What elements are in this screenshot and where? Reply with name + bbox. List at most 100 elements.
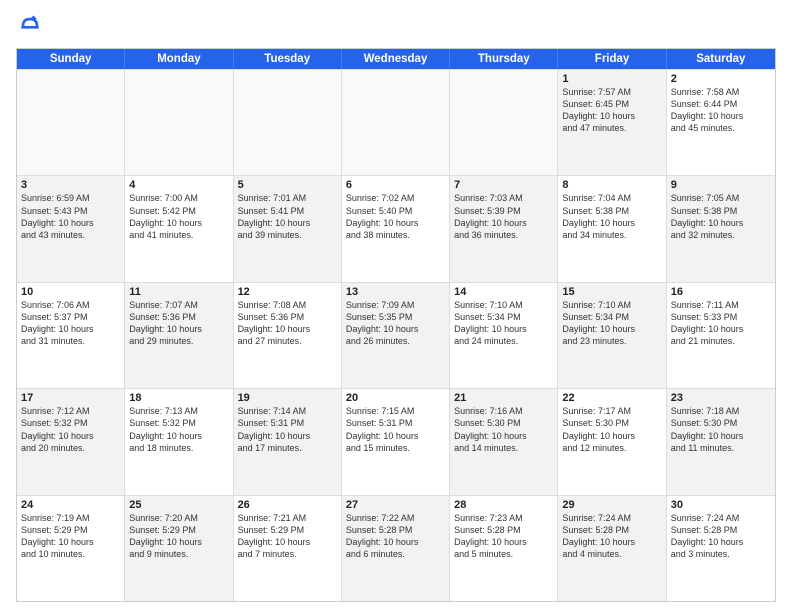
calendar-header: SundayMondayTuesdayWednesdayThursdayFrid…	[17, 49, 775, 69]
day-cell-11: 11Sunrise: 7:07 AM Sunset: 5:36 PM Dayli…	[125, 283, 233, 388]
day-cell-22: 22Sunrise: 7:17 AM Sunset: 5:30 PM Dayli…	[558, 389, 666, 494]
day-info: Sunrise: 7:58 AM Sunset: 6:44 PM Dayligh…	[671, 86, 771, 135]
day-number: 20	[346, 392, 445, 404]
day-cell-25: 25Sunrise: 7:20 AM Sunset: 5:29 PM Dayli…	[125, 496, 233, 601]
calendar-week-5: 24Sunrise: 7:19 AM Sunset: 5:29 PM Dayli…	[17, 495, 775, 601]
empty-cell	[17, 70, 125, 175]
header-day-sunday: Sunday	[17, 49, 125, 69]
day-info: Sunrise: 7:15 AM Sunset: 5:31 PM Dayligh…	[346, 405, 445, 454]
calendar-week-1: 1Sunrise: 7:57 AM Sunset: 6:45 PM Daylig…	[17, 69, 775, 175]
day-info: Sunrise: 7:04 AM Sunset: 5:38 PM Dayligh…	[562, 192, 661, 241]
day-number: 4	[129, 179, 228, 191]
day-info: Sunrise: 7:11 AM Sunset: 5:33 PM Dayligh…	[671, 299, 771, 348]
day-cell-4: 4Sunrise: 7:00 AM Sunset: 5:42 PM Daylig…	[125, 176, 233, 281]
day-cell-9: 9Sunrise: 7:05 AM Sunset: 5:38 PM Daylig…	[667, 176, 775, 281]
day-cell-14: 14Sunrise: 7:10 AM Sunset: 5:34 PM Dayli…	[450, 283, 558, 388]
day-number: 19	[238, 392, 337, 404]
day-cell-27: 27Sunrise: 7:22 AM Sunset: 5:28 PM Dayli…	[342, 496, 450, 601]
day-info: Sunrise: 7:24 AM Sunset: 5:28 PM Dayligh…	[671, 512, 771, 561]
day-number: 13	[346, 286, 445, 298]
day-number: 3	[21, 179, 120, 191]
header-day-tuesday: Tuesday	[234, 49, 342, 69]
day-number: 2	[671, 73, 771, 85]
day-info: Sunrise: 7:07 AM Sunset: 5:36 PM Dayligh…	[129, 299, 228, 348]
day-info: Sunrise: 7:14 AM Sunset: 5:31 PM Dayligh…	[238, 405, 337, 454]
header-day-thursday: Thursday	[450, 49, 558, 69]
day-cell-6: 6Sunrise: 7:02 AM Sunset: 5:40 PM Daylig…	[342, 176, 450, 281]
day-number: 7	[454, 179, 553, 191]
day-number: 5	[238, 179, 337, 191]
day-cell-17: 17Sunrise: 7:12 AM Sunset: 5:32 PM Dayli…	[17, 389, 125, 494]
day-number: 23	[671, 392, 771, 404]
day-number: 12	[238, 286, 337, 298]
day-info: Sunrise: 7:21 AM Sunset: 5:29 PM Dayligh…	[238, 512, 337, 561]
day-number: 1	[562, 73, 661, 85]
day-info: Sunrise: 7:01 AM Sunset: 5:41 PM Dayligh…	[238, 192, 337, 241]
empty-cell	[450, 70, 558, 175]
day-number: 29	[562, 499, 661, 511]
day-number: 24	[21, 499, 120, 511]
day-cell-10: 10Sunrise: 7:06 AM Sunset: 5:37 PM Dayli…	[17, 283, 125, 388]
logo	[16, 12, 48, 40]
header-day-friday: Friday	[558, 49, 666, 69]
empty-cell	[125, 70, 233, 175]
day-info: Sunrise: 7:02 AM Sunset: 5:40 PM Dayligh…	[346, 192, 445, 241]
day-number: 28	[454, 499, 553, 511]
day-info: Sunrise: 7:19 AM Sunset: 5:29 PM Dayligh…	[21, 512, 120, 561]
day-info: Sunrise: 7:23 AM Sunset: 5:28 PM Dayligh…	[454, 512, 553, 561]
day-info: Sunrise: 7:12 AM Sunset: 5:32 PM Dayligh…	[21, 405, 120, 454]
day-cell-16: 16Sunrise: 7:11 AM Sunset: 5:33 PM Dayli…	[667, 283, 775, 388]
day-cell-21: 21Sunrise: 7:16 AM Sunset: 5:30 PM Dayli…	[450, 389, 558, 494]
day-number: 8	[562, 179, 661, 191]
day-number: 6	[346, 179, 445, 191]
day-cell-12: 12Sunrise: 7:08 AM Sunset: 5:36 PM Dayli…	[234, 283, 342, 388]
day-number: 21	[454, 392, 553, 404]
day-number: 30	[671, 499, 771, 511]
calendar-week-3: 10Sunrise: 7:06 AM Sunset: 5:37 PM Dayli…	[17, 282, 775, 388]
day-info: Sunrise: 7:20 AM Sunset: 5:29 PM Dayligh…	[129, 512, 228, 561]
day-info: Sunrise: 7:22 AM Sunset: 5:28 PM Dayligh…	[346, 512, 445, 561]
header-day-wednesday: Wednesday	[342, 49, 450, 69]
day-info: Sunrise: 7:08 AM Sunset: 5:36 PM Dayligh…	[238, 299, 337, 348]
day-cell-24: 24Sunrise: 7:19 AM Sunset: 5:29 PM Dayli…	[17, 496, 125, 601]
day-cell-3: 3Sunrise: 6:59 AM Sunset: 5:43 PM Daylig…	[17, 176, 125, 281]
day-info: Sunrise: 7:16 AM Sunset: 5:30 PM Dayligh…	[454, 405, 553, 454]
day-cell-23: 23Sunrise: 7:18 AM Sunset: 5:30 PM Dayli…	[667, 389, 775, 494]
day-cell-26: 26Sunrise: 7:21 AM Sunset: 5:29 PM Dayli…	[234, 496, 342, 601]
day-number: 18	[129, 392, 228, 404]
day-cell-29: 29Sunrise: 7:24 AM Sunset: 5:28 PM Dayli…	[558, 496, 666, 601]
day-info: Sunrise: 7:24 AM Sunset: 5:28 PM Dayligh…	[562, 512, 661, 561]
day-number: 15	[562, 286, 661, 298]
day-number: 22	[562, 392, 661, 404]
day-number: 27	[346, 499, 445, 511]
calendar: SundayMondayTuesdayWednesdayThursdayFrid…	[16, 48, 776, 602]
day-number: 9	[671, 179, 771, 191]
day-cell-20: 20Sunrise: 7:15 AM Sunset: 5:31 PM Dayli…	[342, 389, 450, 494]
day-number: 10	[21, 286, 120, 298]
calendar-week-2: 3Sunrise: 6:59 AM Sunset: 5:43 PM Daylig…	[17, 175, 775, 281]
empty-cell	[234, 70, 342, 175]
day-number: 11	[129, 286, 228, 298]
header-day-saturday: Saturday	[667, 49, 775, 69]
day-info: Sunrise: 7:10 AM Sunset: 5:34 PM Dayligh…	[562, 299, 661, 348]
day-info: Sunrise: 7:17 AM Sunset: 5:30 PM Dayligh…	[562, 405, 661, 454]
calendar-week-4: 17Sunrise: 7:12 AM Sunset: 5:32 PM Dayli…	[17, 388, 775, 494]
day-info: Sunrise: 7:09 AM Sunset: 5:35 PM Dayligh…	[346, 299, 445, 348]
day-number: 26	[238, 499, 337, 511]
header-day-monday: Monday	[125, 49, 233, 69]
page: SundayMondayTuesdayWednesdayThursdayFrid…	[0, 0, 792, 612]
day-number: 16	[671, 286, 771, 298]
day-info: Sunrise: 7:18 AM Sunset: 5:30 PM Dayligh…	[671, 405, 771, 454]
day-cell-7: 7Sunrise: 7:03 AM Sunset: 5:39 PM Daylig…	[450, 176, 558, 281]
day-info: Sunrise: 7:57 AM Sunset: 6:45 PM Dayligh…	[562, 86, 661, 135]
day-cell-28: 28Sunrise: 7:23 AM Sunset: 5:28 PM Dayli…	[450, 496, 558, 601]
day-cell-13: 13Sunrise: 7:09 AM Sunset: 5:35 PM Dayli…	[342, 283, 450, 388]
day-cell-19: 19Sunrise: 7:14 AM Sunset: 5:31 PM Dayli…	[234, 389, 342, 494]
day-cell-8: 8Sunrise: 7:04 AM Sunset: 5:38 PM Daylig…	[558, 176, 666, 281]
header	[16, 12, 776, 40]
day-info: Sunrise: 7:05 AM Sunset: 5:38 PM Dayligh…	[671, 192, 771, 241]
day-info: Sunrise: 7:00 AM Sunset: 5:42 PM Dayligh…	[129, 192, 228, 241]
day-cell-15: 15Sunrise: 7:10 AM Sunset: 5:34 PM Dayli…	[558, 283, 666, 388]
day-info: Sunrise: 7:03 AM Sunset: 5:39 PM Dayligh…	[454, 192, 553, 241]
day-number: 17	[21, 392, 120, 404]
